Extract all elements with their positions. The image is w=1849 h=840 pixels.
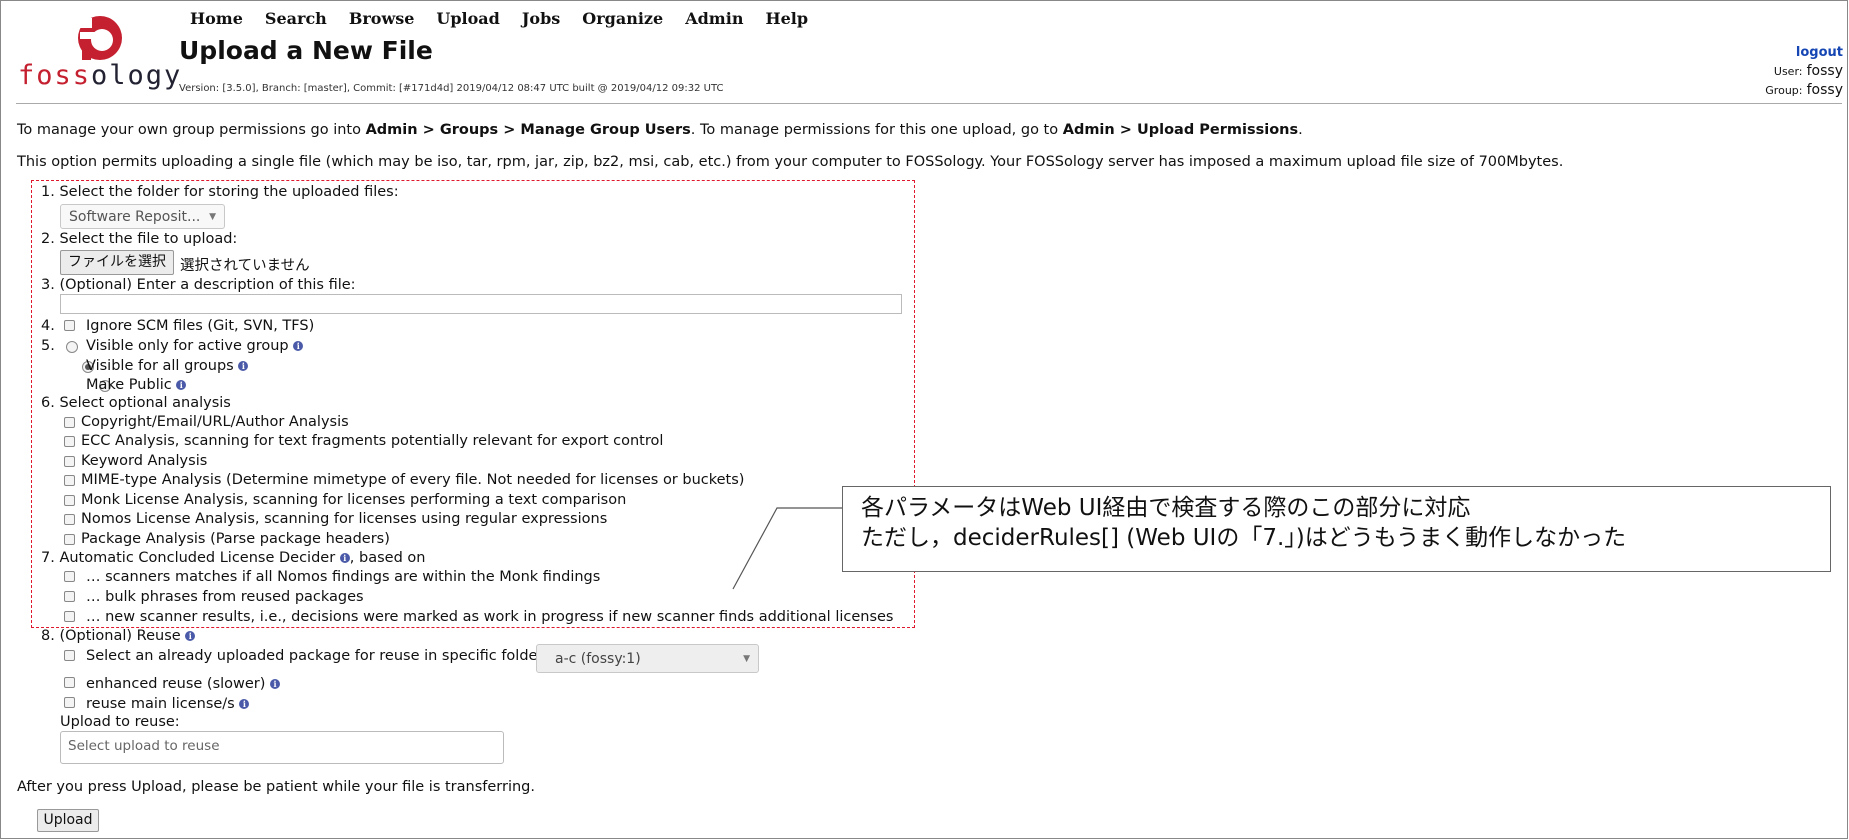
logo-wordmark: fossology (18, 60, 183, 91)
decider-checkbox[interactable] (64, 571, 75, 582)
nav-jobs[interactable]: Jobs (522, 9, 560, 28)
nav-browse[interactable]: Browse (349, 9, 415, 28)
chevron-down-icon: ▼ (209, 211, 216, 222)
choose-file-button[interactable]: ファイルを選択 (60, 250, 174, 275)
decider-label: … scanners matches if all Nomos findings… (86, 569, 601, 585)
account-info: logout User: fossy Group: fossy (1765, 44, 1843, 100)
group-label: Group: (1765, 84, 1803, 97)
analysis-label: MIME-type Analysis (Determine mimetype o… (81, 472, 745, 488)
group-permissions-path: Admin > Groups > Manage Group Users (365, 122, 691, 138)
page-title: Upload a New File (179, 36, 433, 65)
analysis-checkbox[interactable] (64, 417, 75, 428)
ignore-scm-checkbox[interactable] (64, 320, 75, 331)
step8-label: 8. (Optional) Reuse i (41, 628, 196, 644)
step5-num: 5. (41, 338, 55, 354)
decider-label: … new scanner results, i.e., decisions w… (86, 609, 894, 625)
description-input[interactable] (60, 294, 902, 314)
decider-checkbox[interactable] (64, 611, 75, 622)
analysis-label: Package Analysis (Parse package headers) (81, 531, 390, 547)
chevron-down-icon: ▼ (743, 653, 750, 664)
main-nav: Home Search Browse Upload Jobs Organize Admin H… (190, 9, 830, 28)
analysis-label: Nomos License Analysis, scanning for lic… (81, 511, 608, 527)
analysis-label: Keyword Analysis (81, 453, 208, 469)
info-icon[interactable]: i (185, 631, 196, 641)
enhanced-reuse-checkbox[interactable] (64, 677, 75, 688)
ignore-scm-label: Ignore SCM files (Git, SVN, TFS) (86, 318, 315, 334)
permissions-note: To manage your own group permissions go … (17, 122, 1303, 138)
info-icon[interactable]: i (238, 361, 249, 371)
info-icon[interactable]: i (176, 380, 187, 390)
version-info: Version: [3.5.0], Branch: [master], Comm… (179, 83, 724, 94)
header-divider (16, 103, 1842, 104)
reuse-main-license-label: reuse main license/s i (86, 696, 250, 712)
nav-home[interactable]: Home (190, 9, 243, 28)
logo-mark-icon (78, 16, 122, 60)
decider-checkbox[interactable] (64, 591, 75, 602)
enhanced-reuse-label: enhanced reuse (slower) i (86, 676, 281, 692)
analysis-checkbox[interactable] (64, 456, 75, 467)
group-name: fossy (1806, 82, 1843, 98)
reuse-folder-label: Select an already uploaded package for r… (86, 648, 544, 664)
info-icon[interactable]: i (293, 341, 304, 351)
annotation-callout: 各パラメータはWeb UI経由で検査する際のこの部分に対応 ただし，decide… (842, 486, 1831, 572)
info-icon[interactable]: i (339, 553, 350, 563)
analysis-checkbox[interactable] (64, 495, 75, 506)
upload-to-reuse-input[interactable]: Select upload to reuse (60, 731, 504, 764)
upload-permissions-path: Admin > Upload Permissions (1062, 122, 1299, 138)
visible-active-radio[interactable] (66, 341, 78, 353)
analysis-checkbox[interactable] (64, 514, 75, 525)
reuse-main-license-checkbox[interactable] (64, 697, 75, 708)
info-icon[interactable]: i (270, 679, 281, 689)
callout-line1: 各パラメータはWeb UI経由で検査する際のこの部分に対応 (861, 495, 1471, 521)
step2-label: 2. Select the file to upload: (41, 231, 238, 247)
nav-admin[interactable]: Admin (685, 9, 743, 28)
user-name: fossy (1806, 63, 1843, 79)
make-public-label: Make Public i (86, 377, 187, 393)
info-icon[interactable]: i (239, 699, 250, 709)
reuse-folder-select[interactable]: a-c (fossy:1) ▼ (536, 644, 759, 673)
upload-button[interactable]: Upload (37, 809, 99, 832)
upload-to-reuse-label: Upload to reuse: (60, 714, 180, 730)
nav-upload[interactable]: Upload (436, 9, 499, 28)
fossology-logo[interactable]: fossology (18, 12, 180, 92)
step7-label: 7. Automatic Concluded License Decider i… (41, 550, 426, 566)
step3-label: 3. (Optional) Enter a description of thi… (41, 277, 356, 293)
user-label: User: (1773, 65, 1803, 78)
analysis-checkbox[interactable] (64, 436, 75, 447)
analysis-label: Monk License Analysis, scanning for lice… (81, 492, 627, 508)
folder-select[interactable]: Software Reposit... ▼ (60, 204, 225, 229)
analysis-label: ECC Analysis, scanning for text fragment… (81, 433, 664, 449)
after-upload-note: After you press Upload, please be patien… (17, 779, 535, 795)
nav-search[interactable]: Search (265, 9, 327, 28)
analysis-checkbox[interactable] (64, 475, 75, 486)
upload-description: This option permits uploading a single f… (17, 154, 1564, 170)
callout-line2: ただし，deciderRules[] (Web UIの「7.」)はどうもうまく動… (861, 525, 1627, 551)
analysis-label: Copyright/Email/URL/Author Analysis (81, 414, 349, 430)
visible-active-label: Visible only for active group i (86, 338, 304, 354)
no-file-selected: 選択されていません (180, 258, 310, 274)
nav-organize[interactable]: Organize (582, 9, 663, 28)
step6-label: 6. Select optional analysis (41, 395, 231, 411)
step1-label: 1. Select the folder for storing the upl… (41, 184, 399, 200)
analysis-checkbox[interactable] (64, 534, 75, 545)
decider-label: … bulk phrases from reused packages (86, 589, 364, 605)
visible-all-label: Visible for all groups i (86, 358, 249, 374)
logout-link[interactable]: logout (1796, 45, 1843, 60)
nav-help[interactable]: Help (765, 9, 808, 28)
step4-num: 4. (41, 318, 55, 334)
reuse-folder-checkbox[interactable] (64, 650, 75, 661)
